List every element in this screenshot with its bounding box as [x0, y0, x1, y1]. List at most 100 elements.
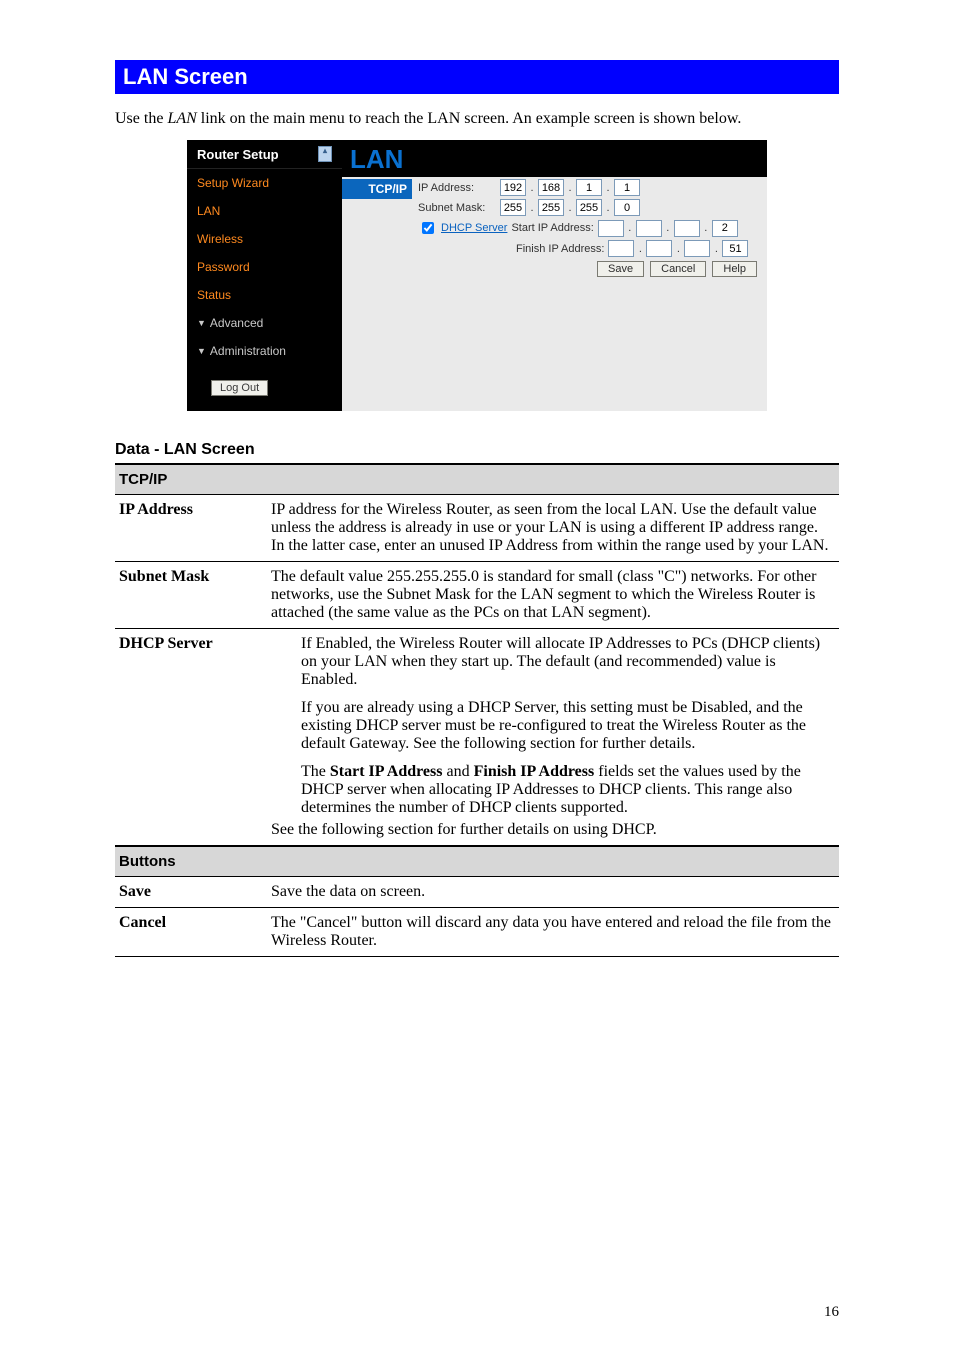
- dot: .: [530, 202, 534, 214]
- intro-text: Use the LAN link on the main menu to rea…: [115, 110, 839, 128]
- label-start-ip: Start IP Address:: [511, 222, 593, 234]
- label-save: Save: [115, 877, 267, 908]
- text-dhcp-server: If Enabled, the Wireless Router will all…: [267, 629, 839, 847]
- dot: .: [606, 182, 610, 194]
- section-title: LAN Screen: [115, 60, 839, 94]
- nav-advanced-label: Advanced: [210, 316, 263, 330]
- text-cancel: The "Cancel" button will discard any dat…: [267, 908, 839, 957]
- data-table: TCP/IP IP Address IP address for the Wir…: [115, 463, 839, 957]
- intro-prefix: Use the: [115, 110, 167, 127]
- intro-suffix: link on the main menu to reach the LAN s…: [197, 110, 742, 127]
- cancel-button[interactable]: Cancel: [650, 261, 706, 277]
- dot: .: [606, 202, 610, 214]
- dot: .: [568, 182, 572, 194]
- router-main: LAN TCP/IP IP Address: . . . Subnet Mask…: [342, 140, 767, 411]
- router-sidebar: Router Setup ▴ Setup Wizard LAN Wireless…: [187, 140, 342, 411]
- row-ip-address: IP Address IP address for the Wireless R…: [115, 495, 839, 562]
- form-area: TCP/IP IP Address: . . . Subnet Mask: . …: [342, 177, 767, 283]
- help-button[interactable]: Help: [712, 261, 757, 277]
- label-cancel: Cancel: [115, 908, 267, 957]
- row-dhcp-start: DHCP Server Start IP Address: . . .: [418, 219, 761, 237]
- nav-lan[interactable]: LAN: [187, 197, 342, 225]
- nav-administration[interactable]: ▼ Administration: [187, 337, 342, 365]
- logout-wrap: Log Out: [187, 365, 342, 411]
- ip-octet-2[interactable]: [538, 179, 564, 196]
- mask-octet-2[interactable]: [538, 199, 564, 216]
- ip-octet-4[interactable]: [614, 179, 640, 196]
- row-ip-address: IP Address: . . .: [418, 179, 761, 196]
- label-ip-address: IP Address:: [418, 182, 496, 194]
- row-cancel: Cancel The "Cancel" button will discard …: [115, 908, 839, 957]
- dot: .: [676, 243, 680, 255]
- ip-octet-1[interactable]: [500, 179, 526, 196]
- dhcp-trailing: See the following section for further de…: [271, 821, 831, 839]
- label-dhcp-server: DHCP Server: [115, 629, 267, 847]
- dhcp-p1: If Enabled, the Wireless Router will all…: [301, 635, 831, 689]
- dot: .: [638, 243, 642, 255]
- row-dhcp-finish: Finish IP Address: . . .: [418, 240, 761, 257]
- text-save: Save the data on screen.: [267, 877, 839, 908]
- nav-status[interactable]: Status: [187, 281, 342, 309]
- row-dhcp-server: DHCP Server If Enabled, the Wireless Rou…: [115, 629, 839, 847]
- logout-button[interactable]: Log Out: [211, 380, 268, 396]
- dhcp-p3-pre: The: [301, 763, 330, 780]
- nav-setup-wizard[interactable]: Setup Wizard: [187, 169, 342, 197]
- row-save: Save Save the data on screen.: [115, 877, 839, 908]
- save-button[interactable]: Save: [597, 261, 644, 277]
- nav-advanced[interactable]: ▼ Advanced: [187, 309, 342, 337]
- label-subnet-mask: Subnet Mask:: [418, 202, 496, 214]
- start-octet-1[interactable]: [598, 220, 624, 237]
- mask-octet-3[interactable]: [576, 199, 602, 216]
- sidebar-title-bar: Router Setup ▴: [187, 140, 342, 169]
- section-tcpip-label: TCP/IP: [115, 464, 839, 495]
- dhcp-p3-bold2: Finish IP Address: [474, 763, 595, 780]
- sidebar-title: Router Setup: [197, 147, 279, 162]
- fields: IP Address: . . . Subnet Mask: . . .: [418, 177, 761, 277]
- triangle-down-icon: ▼: [197, 346, 206, 356]
- dhcp-checkbox[interactable]: [422, 222, 434, 234]
- dot: .: [704, 222, 708, 234]
- dot: .: [666, 222, 670, 234]
- dot: .: [568, 202, 572, 214]
- router-panel: Router Setup ▴ Setup Wizard LAN Wireless…: [187, 140, 767, 411]
- text-subnet-mask: The default value 255.255.255.0 is stand…: [267, 562, 839, 629]
- label-subnet-mask: Subnet Mask: [115, 562, 267, 629]
- finish-octet-4[interactable]: [722, 240, 748, 257]
- start-octet-2[interactable]: [636, 220, 662, 237]
- mask-octet-4[interactable]: [614, 199, 640, 216]
- nav-password[interactable]: Password: [187, 253, 342, 281]
- dot: .: [714, 243, 718, 255]
- finish-octet-1[interactable]: [608, 240, 634, 257]
- finish-octet-2[interactable]: [646, 240, 672, 257]
- panel-heading: LAN: [342, 140, 767, 177]
- nav-wireless[interactable]: Wireless: [187, 225, 342, 253]
- text-ip-address: IP address for the Wireless Router, as s…: [267, 495, 839, 562]
- page-number: 16: [824, 1304, 839, 1321]
- finish-octet-3[interactable]: [684, 240, 710, 257]
- triangle-down-icon: ▼: [197, 318, 206, 328]
- row-subnet-mask: Subnet Mask The default value 255.255.25…: [115, 562, 839, 629]
- dhcp-p3: The Start IP Address and Finish IP Addre…: [301, 763, 831, 817]
- label-ip-address: IP Address: [115, 495, 267, 562]
- row-subnet-mask: Subnet Mask: . . .: [418, 199, 761, 216]
- dot: .: [530, 182, 534, 194]
- section-tcpip: TCP/IP: [115, 464, 839, 495]
- dhcp-p3-mid: and: [442, 763, 473, 780]
- start-octet-4[interactable]: [712, 220, 738, 237]
- button-row: Save Cancel Help: [418, 261, 761, 277]
- mask-octet-1[interactable]: [500, 199, 526, 216]
- tab-tcpip: TCP/IP: [342, 179, 412, 199]
- dhcp-p2: If you are already using a DHCP Server, …: [301, 699, 831, 753]
- section-buttons: Buttons: [115, 846, 839, 877]
- ip-octet-3[interactable]: [576, 179, 602, 196]
- start-octet-3[interactable]: [674, 220, 700, 237]
- intro-em: LAN: [167, 110, 196, 127]
- scroll-up-icon[interactable]: ▴: [318, 146, 332, 162]
- dhcp-link[interactable]: DHCP Server: [441, 222, 507, 234]
- data-heading: Data - LAN Screen: [115, 441, 839, 459]
- nav-administration-label: Administration: [210, 344, 286, 358]
- dhcp-p3-bold1: Start IP Address: [330, 763, 443, 780]
- section-buttons-label: Buttons: [115, 846, 839, 877]
- label-finish-ip: Finish IP Address:: [516, 243, 604, 255]
- dot: .: [628, 222, 632, 234]
